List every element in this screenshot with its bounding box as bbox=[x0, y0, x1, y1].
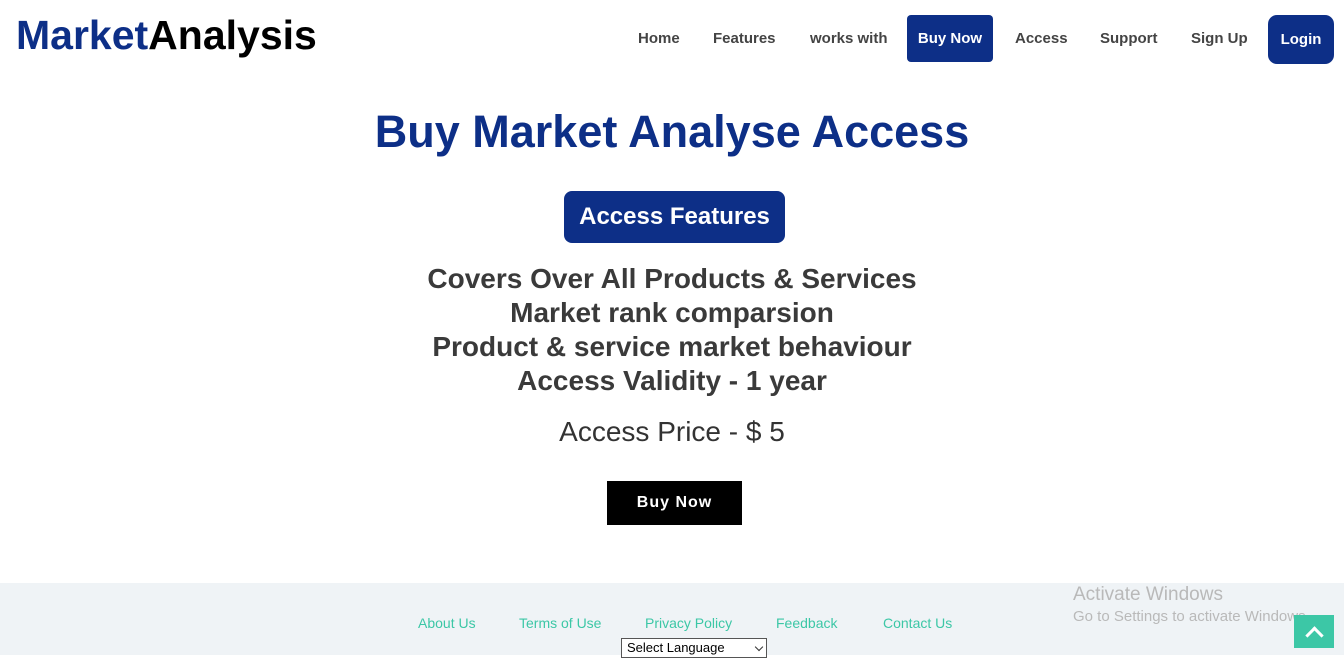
nav-home[interactable]: Home bbox=[638, 30, 680, 47]
logo-analysis-text: Analysis bbox=[148, 12, 317, 58]
scroll-to-top-button[interactable] bbox=[1294, 615, 1334, 648]
nav-support[interactable]: Support bbox=[1100, 30, 1158, 47]
top-navbar: MarketAnalysis Home Features works with … bbox=[0, 0, 1344, 80]
feature-item: Covers Over All Products & Services bbox=[427, 263, 917, 294]
feature-list: Covers Over All Products & Services Mark… bbox=[0, 262, 1344, 398]
windows-activation-watermark: Activate Windows Go to Settings to activ… bbox=[1073, 584, 1310, 628]
footer-terms-link[interactable]: Terms of Use bbox=[519, 615, 601, 631]
language-select-value: Select Language bbox=[627, 640, 725, 655]
site-logo[interactable]: MarketAnalysis bbox=[16, 12, 317, 59]
watermark-title: Activate Windows bbox=[1073, 584, 1223, 605]
feature-item: Market rank comparsion bbox=[510, 297, 834, 328]
footer-about-link[interactable]: About Us bbox=[418, 615, 476, 631]
chevron-up-icon bbox=[1305, 626, 1324, 645]
feature-item: Access Validity - 1 year bbox=[517, 365, 827, 396]
nav-features[interactable]: Features bbox=[713, 30, 776, 47]
logo-market-text: Market bbox=[16, 12, 149, 58]
nav-sign-up[interactable]: Sign Up bbox=[1191, 30, 1248, 47]
buy-now-button[interactable]: Buy Now bbox=[607, 481, 742, 525]
access-features-badge: Access Features bbox=[564, 191, 785, 243]
access-price: Access Price - $ 5 bbox=[559, 416, 785, 447]
footer-feedback-link[interactable]: Feedback bbox=[776, 615, 837, 631]
footer-contact-link[interactable]: Contact Us bbox=[883, 615, 952, 631]
nav-works-with[interactable]: works with bbox=[810, 30, 888, 47]
nav-buy-now-button[interactable]: Buy Now bbox=[907, 15, 993, 62]
nav-access[interactable]: Access bbox=[1015, 30, 1068, 47]
watermark-subtitle: Go to Settings to activate Windows. bbox=[1073, 608, 1310, 625]
page-title: Buy Market Analyse Access bbox=[374, 106, 970, 157]
chevron-down-icon bbox=[754, 642, 764, 652]
footer-privacy-link[interactable]: Privacy Policy bbox=[645, 615, 732, 631]
login-button[interactable]: Login bbox=[1268, 15, 1334, 64]
feature-item: Product & service market behaviour bbox=[432, 331, 912, 362]
language-select[interactable]: Select Language bbox=[621, 638, 767, 658]
